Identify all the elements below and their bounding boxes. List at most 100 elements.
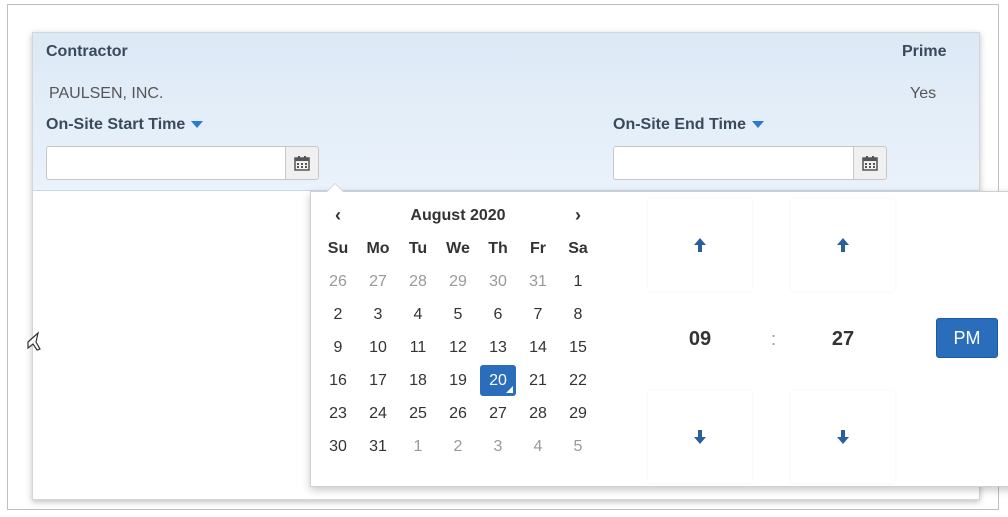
calendar-day[interactable]: 9 (318, 331, 358, 364)
calendar-day-number: 9 (333, 338, 343, 356)
calendar-day[interactable]: 21 (518, 364, 558, 397)
calendar-day-number: 31 (529, 272, 547, 290)
caret-down-icon[interactable] (191, 121, 204, 129)
calendar-day[interactable]: 27 (478, 397, 518, 430)
calendar-week-row: 16 17 18 19 20 21 22 (318, 364, 598, 397)
calendar-day-number: 31 (369, 437, 387, 455)
calendar-day-selected[interactable]: 20 (478, 364, 518, 397)
calendar-day-number: 8 (573, 305, 583, 323)
minute-value[interactable]: 27 (791, 328, 895, 351)
calendar-days: 26 27 28 29 30 31 1 2 3 4 5 6 7 8 9 10 11 12 13 14 15 16 17 18 1… (318, 265, 598, 463)
calendar-day[interactable]: 17 (358, 364, 398, 397)
calendar-day[interactable]: 13 (478, 331, 518, 364)
calendar-day-number: 29 (449, 272, 467, 290)
calendar-day[interactable]: 3 (478, 430, 518, 463)
calendar-day[interactable]: 14 (518, 331, 558, 364)
calendar-day-number: 21 (529, 371, 547, 389)
caret-down-icon[interactable] (752, 121, 765, 129)
calendar: ‹ August 2020 › Su Mo Tu We Th Fr Sa 26 27 28 29 3… (318, 199, 600, 463)
calendar-day-number: 3 (373, 305, 383, 323)
calendar-day[interactable]: 31 (358, 430, 398, 463)
calendar-icon (862, 156, 878, 171)
calendar-day[interactable]: 30 (478, 265, 518, 298)
calendar-day[interactable]: 4 (398, 298, 438, 331)
increment-hour-button[interactable] (648, 199, 752, 291)
calendar-day-number: 24 (369, 404, 387, 422)
calendar-day-number: 25 (409, 404, 427, 422)
calendar-day[interactable]: 31 (518, 265, 558, 298)
start-time-label[interactable]: On-Site Start Time (46, 116, 204, 134)
calendar-day-number: 26 (449, 404, 467, 422)
calendar-day-number: 3 (493, 437, 503, 455)
calendar-day[interactable]: 12 (438, 331, 478, 364)
calendar-day[interactable]: 5 (438, 298, 478, 331)
meridiem-toggle-button[interactable]: PM (936, 318, 998, 358)
end-time-field (613, 146, 887, 180)
month-title[interactable]: August 2020 (358, 199, 558, 232)
weekday-label: Su (327, 239, 349, 257)
calendar-day-number: 18 (409, 371, 427, 389)
calendar-day[interactable]: 24 (358, 397, 398, 430)
start-calendar-button[interactable] (285, 146, 319, 180)
calendar-day[interactable]: 1 (558, 265, 598, 298)
contractor-value: PAULSEN, INC. (49, 85, 164, 102)
calendar-day-number: 14 (529, 338, 547, 356)
start-time-field (46, 146, 319, 180)
calendar-day[interactable]: 29 (558, 397, 598, 430)
calendar-day[interactable]: 26 (318, 265, 358, 298)
calendar-day[interactable]: 16 (318, 364, 358, 397)
contractor-label: Contractor (46, 43, 128, 60)
time-separator: : (771, 329, 777, 349)
calendar-day[interactable]: 15 (558, 331, 598, 364)
calendar-day[interactable]: 7 (518, 298, 558, 331)
calendar-day-number: 6 (493, 305, 503, 323)
calendar-day-number: 20 (480, 365, 516, 396)
calendar-day[interactable]: 10 (358, 331, 398, 364)
decrement-hour-button[interactable] (648, 391, 752, 483)
calendar-day-number: 5 (453, 305, 463, 323)
increment-minute-button[interactable] (791, 199, 895, 291)
calendar-day-number: 15 (569, 338, 587, 356)
calendar-day-number: 10 (369, 338, 387, 356)
calendar-day[interactable]: 11 (398, 331, 438, 364)
calendar-day[interactable]: 2 (438, 430, 478, 463)
calendar-day[interactable]: 2 (318, 298, 358, 331)
calendar-day[interactable]: 19 (438, 364, 478, 397)
calendar-day[interactable]: 25 (398, 397, 438, 430)
prev-month-button[interactable]: ‹ (318, 199, 358, 232)
calendar-day-number: 2 (333, 305, 343, 323)
prime-value: Yes (910, 85, 937, 102)
calendar-day[interactable]: 29 (438, 265, 478, 298)
calendar-day[interactable]: 27 (358, 265, 398, 298)
calendar-day[interactable]: 3 (358, 298, 398, 331)
end-time-input[interactable] (613, 146, 853, 180)
calendar-day[interactable]: 23 (318, 397, 358, 430)
calendar-week-row: 2 3 4 5 6 7 8 (318, 298, 598, 331)
calendar-day[interactable]: 8 (558, 298, 598, 331)
calendar-day-number: 30 (489, 272, 507, 290)
calendar-day-number: 7 (533, 305, 543, 323)
arrow-up-icon (837, 238, 849, 252)
end-calendar-button[interactable] (853, 146, 887, 180)
calendar-day[interactable]: 4 (518, 430, 558, 463)
calendar-day[interactable]: 5 (558, 430, 598, 463)
calendar-day[interactable]: 6 (478, 298, 518, 331)
calendar-day[interactable]: 22 (558, 364, 598, 397)
arrow-up-icon (694, 238, 706, 252)
calendar-day[interactable]: 1 (398, 430, 438, 463)
end-time-label[interactable]: On-Site End Time (613, 116, 765, 134)
calendar-day[interactable]: 26 (438, 397, 478, 430)
calendar-nav-row: ‹ August 2020 › (318, 199, 598, 232)
calendar-day[interactable]: 28 (398, 265, 438, 298)
calendar-day[interactable]: 30 (318, 430, 358, 463)
calendar-icon (294, 156, 310, 171)
calendar-day[interactable]: 28 (518, 397, 558, 430)
calendar-day-number: 1 (573, 272, 583, 290)
start-time-input[interactable] (46, 146, 285, 180)
calendar-day-number: 27 (489, 404, 507, 422)
next-month-button[interactable]: › (558, 199, 598, 232)
decrement-minute-button[interactable] (791, 391, 895, 483)
calendar-day-number: 17 (369, 371, 387, 389)
hour-value[interactable]: 09 (648, 328, 752, 351)
calendar-day[interactable]: 18 (398, 364, 438, 397)
